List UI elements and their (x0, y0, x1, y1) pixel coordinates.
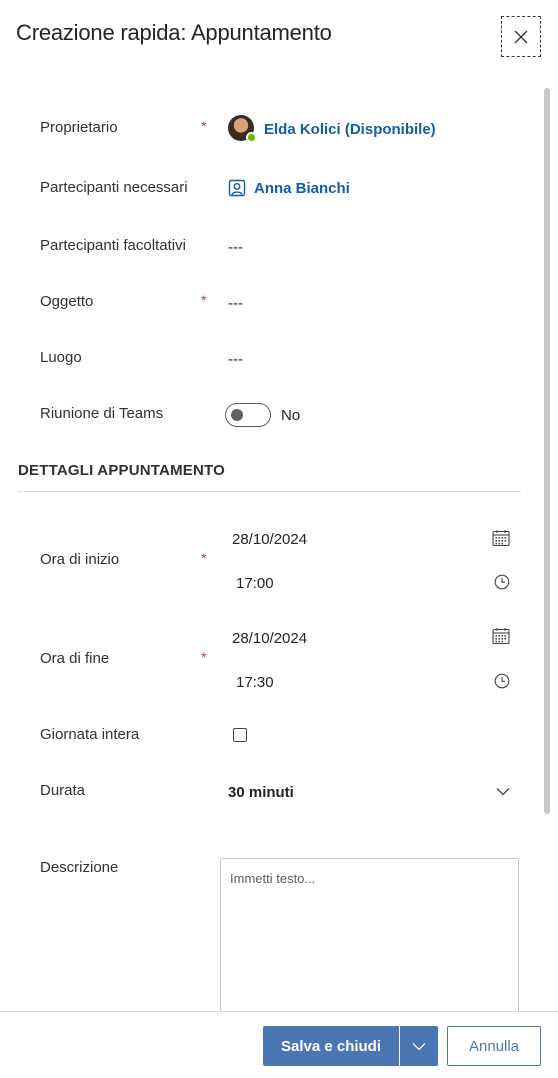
dialog-header: Creazione rapida: Appuntamento (0, 0, 558, 70)
start-time-label: Ora di inizio (40, 551, 120, 568)
calendar-icon (492, 628, 510, 645)
close-button[interactable] (501, 16, 541, 57)
start-date-picker-button[interactable] (490, 527, 512, 549)
teams-meeting-label: Riunione di Teams (40, 405, 164, 422)
start-date-field[interactable]: 28/10/2024 (232, 531, 307, 548)
clock-icon (494, 673, 510, 689)
duration-label: Durata (40, 782, 86, 799)
presence-available-icon (246, 132, 257, 143)
owner-link[interactable]: Elda Kolici (Disponibile) (264, 121, 436, 138)
optional-attendees-field[interactable]: --- (228, 239, 243, 256)
end-required-mark: * (201, 649, 207, 665)
end-time-field[interactable]: 17:30 (236, 674, 274, 691)
end-date-picker-button[interactable] (490, 625, 512, 647)
duration-select[interactable]: 30 minuti (228, 784, 294, 801)
close-icon (514, 30, 528, 43)
section-divider (18, 491, 521, 492)
subject-field[interactable]: --- (228, 295, 243, 312)
chevron-down-icon (496, 787, 510, 795)
calendar-icon (492, 530, 510, 547)
all-day-checkbox[interactable] (233, 728, 247, 742)
duration-dropdown-button[interactable] (493, 782, 513, 800)
subject-label: Oggetto (40, 293, 94, 310)
clock-icon (494, 574, 510, 590)
section-title-details: DETTAGLI APPUNTAMENTO (18, 462, 225, 479)
end-time-label: Ora di fine (40, 650, 110, 667)
start-time-field[interactable]: 17:00 (236, 575, 274, 592)
description-textarea[interactable] (220, 858, 519, 1018)
toggle-knob (231, 409, 243, 421)
location-label: Luogo (40, 349, 82, 366)
owner-label: Proprietario (40, 119, 118, 136)
subject-required-mark: * (201, 292, 207, 308)
optional-attendees-label: Partecipanti facoltativi (40, 237, 186, 254)
contact-icon (228, 179, 246, 197)
description-label: Descrizione (40, 859, 119, 876)
save-and-close-button[interactable]: Salva e chiudi (263, 1026, 399, 1066)
scrollbar[interactable] (544, 88, 550, 814)
end-date-field[interactable]: 28/10/2024 (232, 630, 307, 647)
all-day-label: Giornata intera (40, 726, 140, 743)
start-required-mark: * (201, 550, 207, 566)
cancel-button[interactable]: Annulla (447, 1026, 541, 1066)
required-attendees-label: Partecipanti necessari (40, 179, 188, 196)
teams-meeting-state: No (281, 407, 301, 424)
owner-required-mark: * (201, 118, 207, 134)
end-time-picker-button[interactable] (492, 671, 512, 691)
start-time-picker-button[interactable] (492, 572, 512, 592)
location-field[interactable]: --- (228, 351, 243, 368)
dialog-title: Creazione rapida: Appuntamento (16, 20, 332, 45)
chevron-down-icon (412, 1042, 426, 1050)
save-options-dropdown-button[interactable] (400, 1026, 438, 1066)
teams-meeting-toggle[interactable] (225, 403, 271, 427)
required-attendee-link[interactable]: Anna Bianchi (254, 180, 350, 197)
